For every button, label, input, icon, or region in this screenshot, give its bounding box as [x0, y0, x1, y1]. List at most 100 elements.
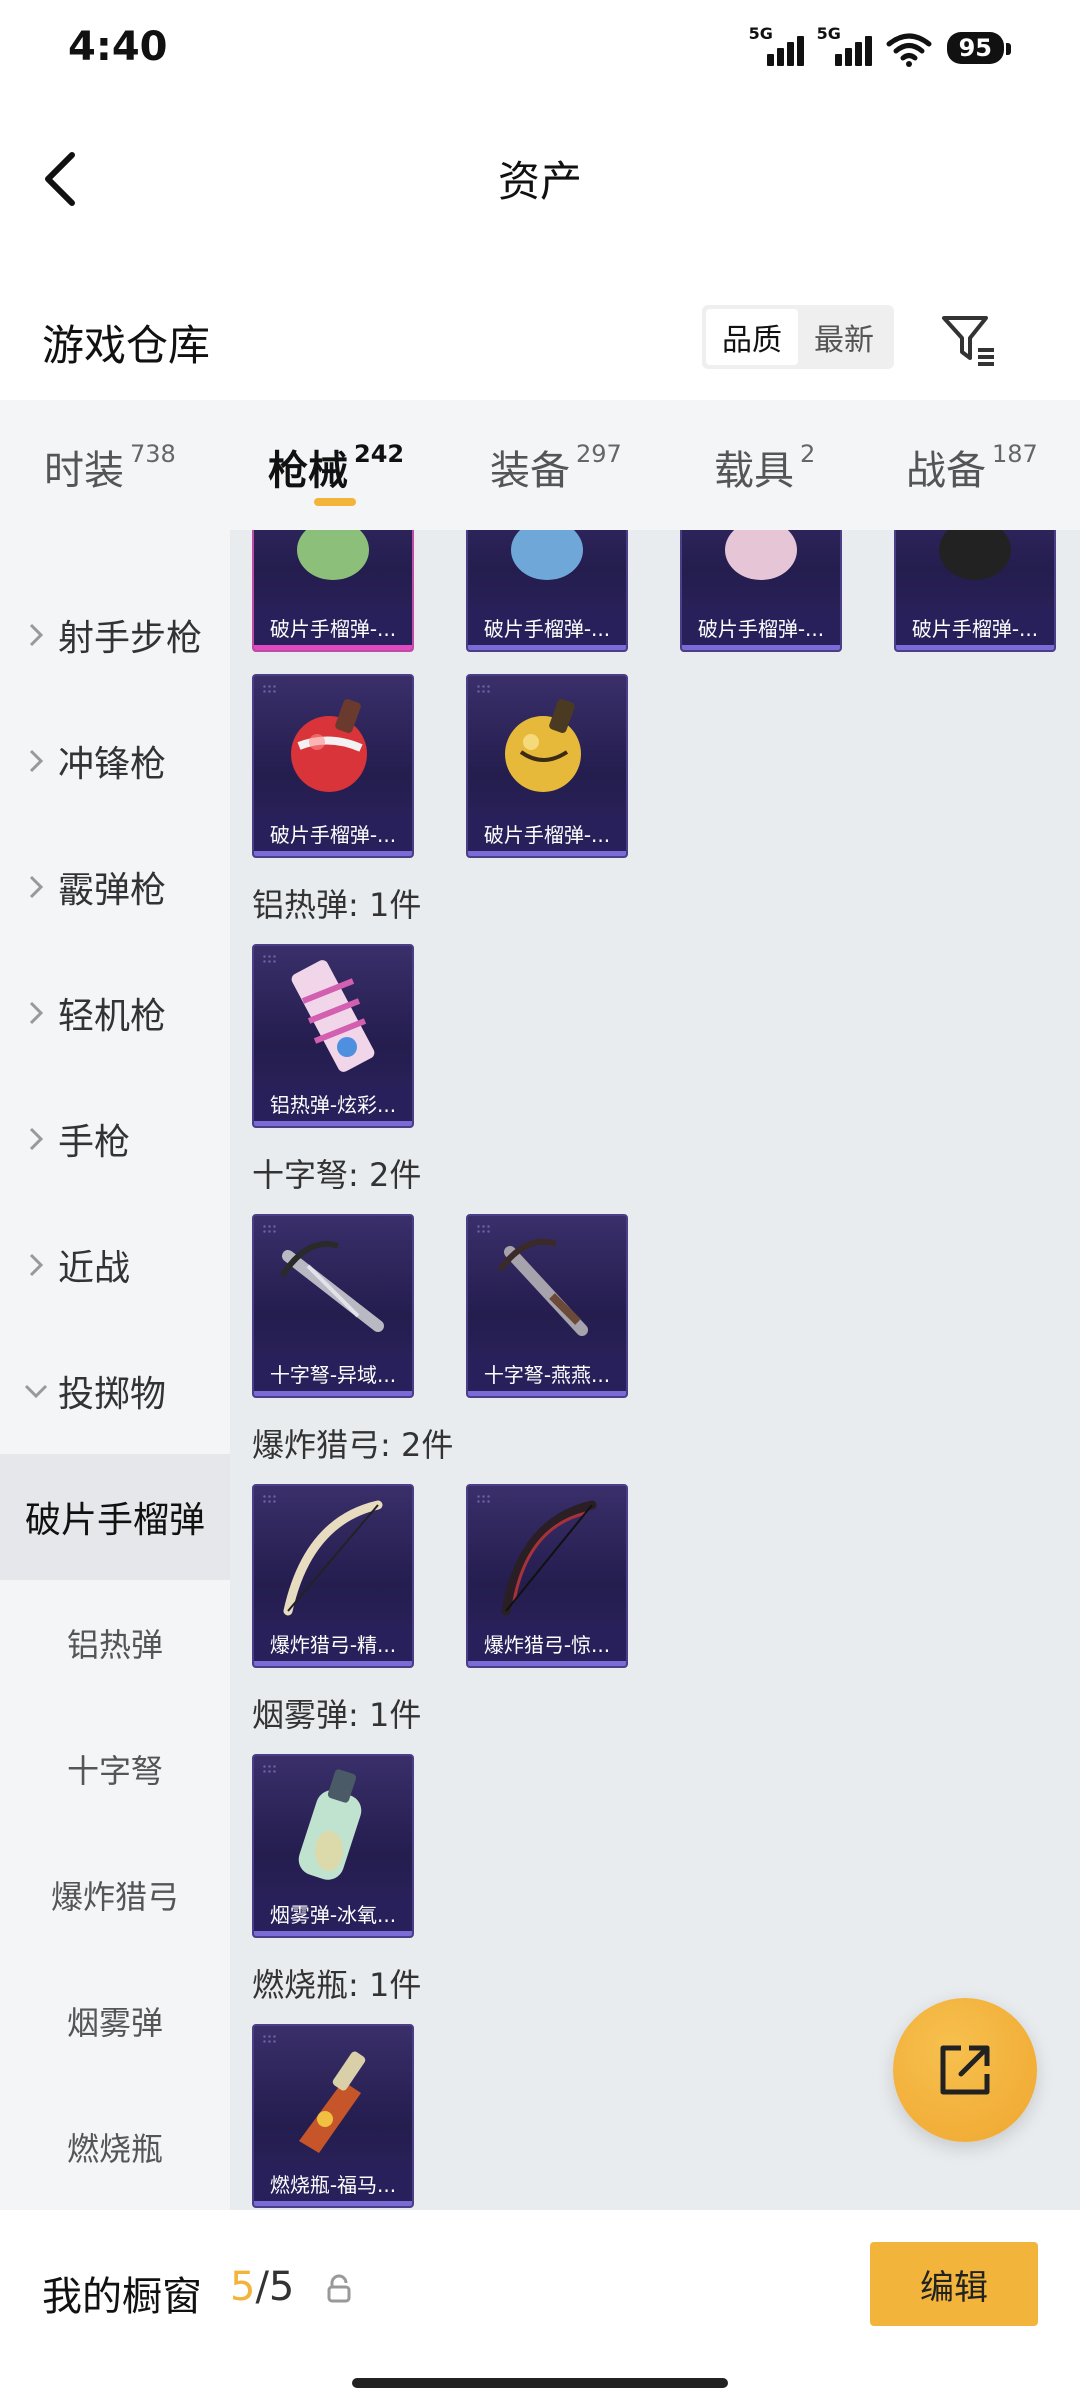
item-card[interactable]: 烟雾弹-冰氧... — [252, 1754, 414, 1938]
showcase-total: /5 — [255, 2264, 295, 2310]
tab-count: 187 — [992, 440, 1038, 468]
header: 资产 — [0, 100, 1080, 250]
sidebar-item-label: 手枪 — [58, 1122, 131, 1163]
grenade-icon — [682, 530, 840, 610]
status-bar: 4:40 5G 5G 95 — [0, 0, 1080, 100]
item-card[interactable]: 破片手榴弹-... — [894, 530, 1056, 652]
tab-label: 枪械 — [268, 448, 348, 494]
active-tab-indicator — [314, 498, 356, 506]
item-card[interactable]: 燃烧瓶-福马... — [252, 2024, 414, 2208]
tab-firearms[interactable]: 枪械 242 — [268, 438, 404, 496]
item-card[interactable]: 爆炸猎弓-惊... — [466, 1484, 628, 1668]
chevron-right-icon — [20, 1000, 52, 1026]
lock-icon — [327, 2274, 351, 2303]
sort-quality-button[interactable]: 品质 — [706, 309, 798, 365]
item-card[interactable]: 破片手榴弹-... — [466, 674, 628, 858]
tab-label: 时装 — [44, 448, 124, 494]
tab-supplies[interactable]: 战备 187 — [906, 438, 1038, 496]
page-title: 资产 — [497, 157, 582, 206]
sidebar-item-label: 霰弹枪 — [58, 870, 167, 911]
sidebar: 射手步枪 冲锋枪 霰弹枪 轻机枪 手枪 近战 投掷物 破片手榴弹 铝热弹 十字弩… — [0, 530, 230, 2210]
showcase-count: 5/5 — [230, 2264, 294, 2310]
signal-label-2: 5G — [816, 24, 841, 43]
share-button[interactable] — [893, 1998, 1037, 2142]
sidebar-item-smg[interactable]: 冲锋枪 — [0, 698, 230, 824]
group-label: 燃烧瓶: 1件 — [252, 1966, 422, 2004]
item-name: 破片手榴弹-... — [896, 610, 1054, 650]
sidebar-item-lmg[interactable]: 轻机枪 — [0, 950, 230, 1076]
item-card[interactable]: 破片手榴弹-... — [252, 530, 414, 652]
sidebar-item-melee[interactable]: 近战 — [0, 1202, 230, 1328]
sidebar-item-label: 射手步枪 — [58, 618, 203, 659]
chevron-right-icon — [20, 1252, 52, 1278]
grenade-icon — [468, 676, 626, 816]
sort-newest-button[interactable]: 最新 — [798, 309, 890, 365]
sidebar-item-shotgun[interactable]: 霰弹枪 — [0, 824, 230, 950]
item-name: 燃烧瓶-福马... — [254, 2166, 412, 2206]
sidebar-subitem-molotov[interactable]: 燃烧瓶 — [0, 2084, 230, 2210]
group-label: 十字弩: 2件 — [252, 1156, 422, 1194]
sidebar-item-marksman-rifle[interactable]: 射手步枪 — [0, 572, 230, 698]
chevron-right-icon — [20, 1126, 52, 1152]
tab-label: 战备 — [906, 448, 986, 494]
crossbow-icon — [468, 1216, 626, 1356]
molotov-icon — [254, 2026, 412, 2166]
share-icon — [940, 2045, 990, 2095]
item-card[interactable]: 破片手榴弹-... — [680, 530, 842, 652]
group-label: 铝热弹: 1件 — [252, 886, 422, 924]
edit-button[interactable]: 编辑 — [870, 2242, 1038, 2326]
item-name: 爆炸猎弓-惊... — [468, 1626, 626, 1666]
signal-icon-2: 5G — [817, 24, 872, 68]
sort-toggle: 品质 最新 — [702, 305, 894, 369]
item-name: 十字弩-异域... — [254, 1356, 412, 1396]
sidebar-item-throwables[interactable]: 投掷物 — [0, 1328, 230, 1454]
item-grid: 破片手榴弹-... 破片手榴弹-... 破片手榴弹-... 破片手榴弹-... … — [230, 530, 1080, 2210]
status-time: 4:40 — [68, 24, 168, 70]
grenade-icon — [468, 530, 626, 610]
item-name: 破片手榴弹-... — [682, 610, 840, 650]
item-card[interactable]: 十字弩-燕燕... — [466, 1214, 628, 1398]
tab-count: 297 — [576, 440, 622, 468]
showcase-label: 我的橱窗 — [42, 2274, 202, 2320]
item-name: 破片手榴弹-... — [468, 816, 626, 856]
smoke-grenade-icon — [254, 1756, 412, 1896]
group-label: 烟雾弹: 1件 — [252, 1696, 422, 1734]
sidebar-subitem-crossbow[interactable]: 十字弩 — [0, 1706, 230, 1832]
sidebar-subitem-smoke[interactable]: 烟雾弹 — [0, 1958, 230, 2084]
sidebar-item-label: 近战 — [58, 1248, 131, 1289]
sidebar-item-pistol[interactable]: 手枪 — [0, 1076, 230, 1202]
sidebar-subitem-frag-grenade[interactable]: 破片手榴弹 — [0, 1454, 230, 1580]
bottom-bar: 我的橱窗 5/5 编辑 — [0, 2210, 1080, 2400]
crossbow-icon — [254, 1216, 412, 1356]
item-card[interactable]: 爆炸猎弓-精... — [252, 1484, 414, 1668]
warehouse-title: 游戏仓库 — [42, 321, 211, 370]
item-card[interactable]: 铝热弹-炫彩... — [252, 944, 414, 1128]
tab-label: 装备 — [490, 448, 570, 494]
chevron-down-icon — [20, 1383, 52, 1399]
chevron-right-icon — [20, 748, 52, 774]
tab-equipment[interactable]: 装备 297 — [490, 438, 622, 496]
warehouse-header: 游戏仓库 品质 最新 — [0, 250, 1080, 400]
filter-icon[interactable] — [938, 310, 998, 370]
item-name: 爆炸猎弓-精... — [254, 1626, 412, 1666]
item-card[interactable]: 破片手榴弹-... — [252, 674, 414, 858]
chevron-right-icon — [20, 622, 52, 648]
showcase-used: 5 — [230, 2264, 256, 2310]
thermite-icon — [254, 946, 412, 1086]
sidebar-item-label: 冲锋枪 — [58, 744, 167, 785]
group-label: 爆炸猎弓: 2件 — [252, 1426, 454, 1464]
item-card[interactable]: 十字弩-异域... — [252, 1214, 414, 1398]
tab-vehicles[interactable]: 载具 2 — [714, 438, 815, 496]
item-name: 破片手榴弹-... — [254, 816, 412, 856]
sidebar-subitem-explosive-bow[interactable]: 爆炸猎弓 — [0, 1832, 230, 1958]
tab-count: 738 — [130, 440, 176, 468]
chevron-right-icon — [20, 874, 52, 900]
sidebar-subitem-thermite[interactable]: 铝热弹 — [0, 1580, 230, 1706]
item-name: 破片手榴弹-... — [468, 610, 626, 650]
item-card[interactable]: 破片手榴弹-... — [466, 530, 628, 652]
item-name: 铝热弹-炫彩... — [254, 1086, 412, 1126]
item-name: 破片手榴弹-... — [254, 610, 412, 650]
tab-count: 2 — [800, 440, 816, 468]
grenade-icon — [254, 530, 412, 610]
tab-fashion[interactable]: 时装 738 — [44, 438, 176, 496]
